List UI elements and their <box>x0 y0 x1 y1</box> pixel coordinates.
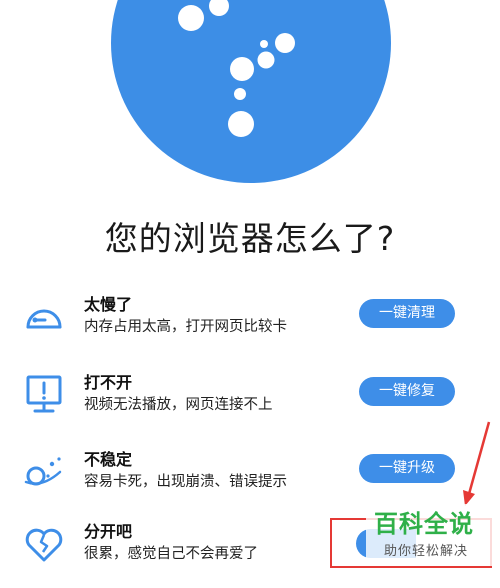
problem-description: 很累，感觉自己不会再爱了 <box>84 546 258 562</box>
problem-description: 容易卡死，出现崩溃、错误提示 <box>84 474 287 490</box>
problem-title: 打不开 <box>84 373 133 392</box>
problem-row-slow: 太慢了 内存占用太高，打开网页比较卡 一键清理 <box>0 291 500 361</box>
unstable-orbit-icon <box>24 457 62 486</box>
problem-description: 内存占用太高，打开网页比较卡 <box>84 319 287 335</box>
red-arrow-icon <box>463 421 491 506</box>
one-click-repair-button[interactable]: 一键修复 <box>359 377 455 406</box>
problem-title: 不稳定 <box>84 450 133 469</box>
watermark-title: 百科全说 <box>374 510 474 538</box>
problem-row-cannot-open: 打不开 视频无法播放，网页连接不上 一键修复 <box>0 369 500 439</box>
browser-logo-icon <box>111 0 391 183</box>
watermark-subtitle: 助你轻松解决 <box>384 544 469 559</box>
one-click-clean-button[interactable]: 一键清理 <box>359 299 455 328</box>
problem-description: 视频无法播放，网页连接不上 <box>84 397 273 413</box>
watermark: 百科全说 助你轻松解决 <box>366 504 496 566</box>
problem-title: 分开吧 <box>84 522 133 541</box>
problem-title: 太慢了 <box>84 295 133 314</box>
speedometer-icon <box>26 309 62 329</box>
broken-heart-icon <box>25 528 63 562</box>
one-click-upgrade-button[interactable]: 一键升级 <box>359 454 455 483</box>
page-title: 您的浏览器怎么了? <box>104 219 396 258</box>
monitor-warning-icon <box>26 375 62 413</box>
